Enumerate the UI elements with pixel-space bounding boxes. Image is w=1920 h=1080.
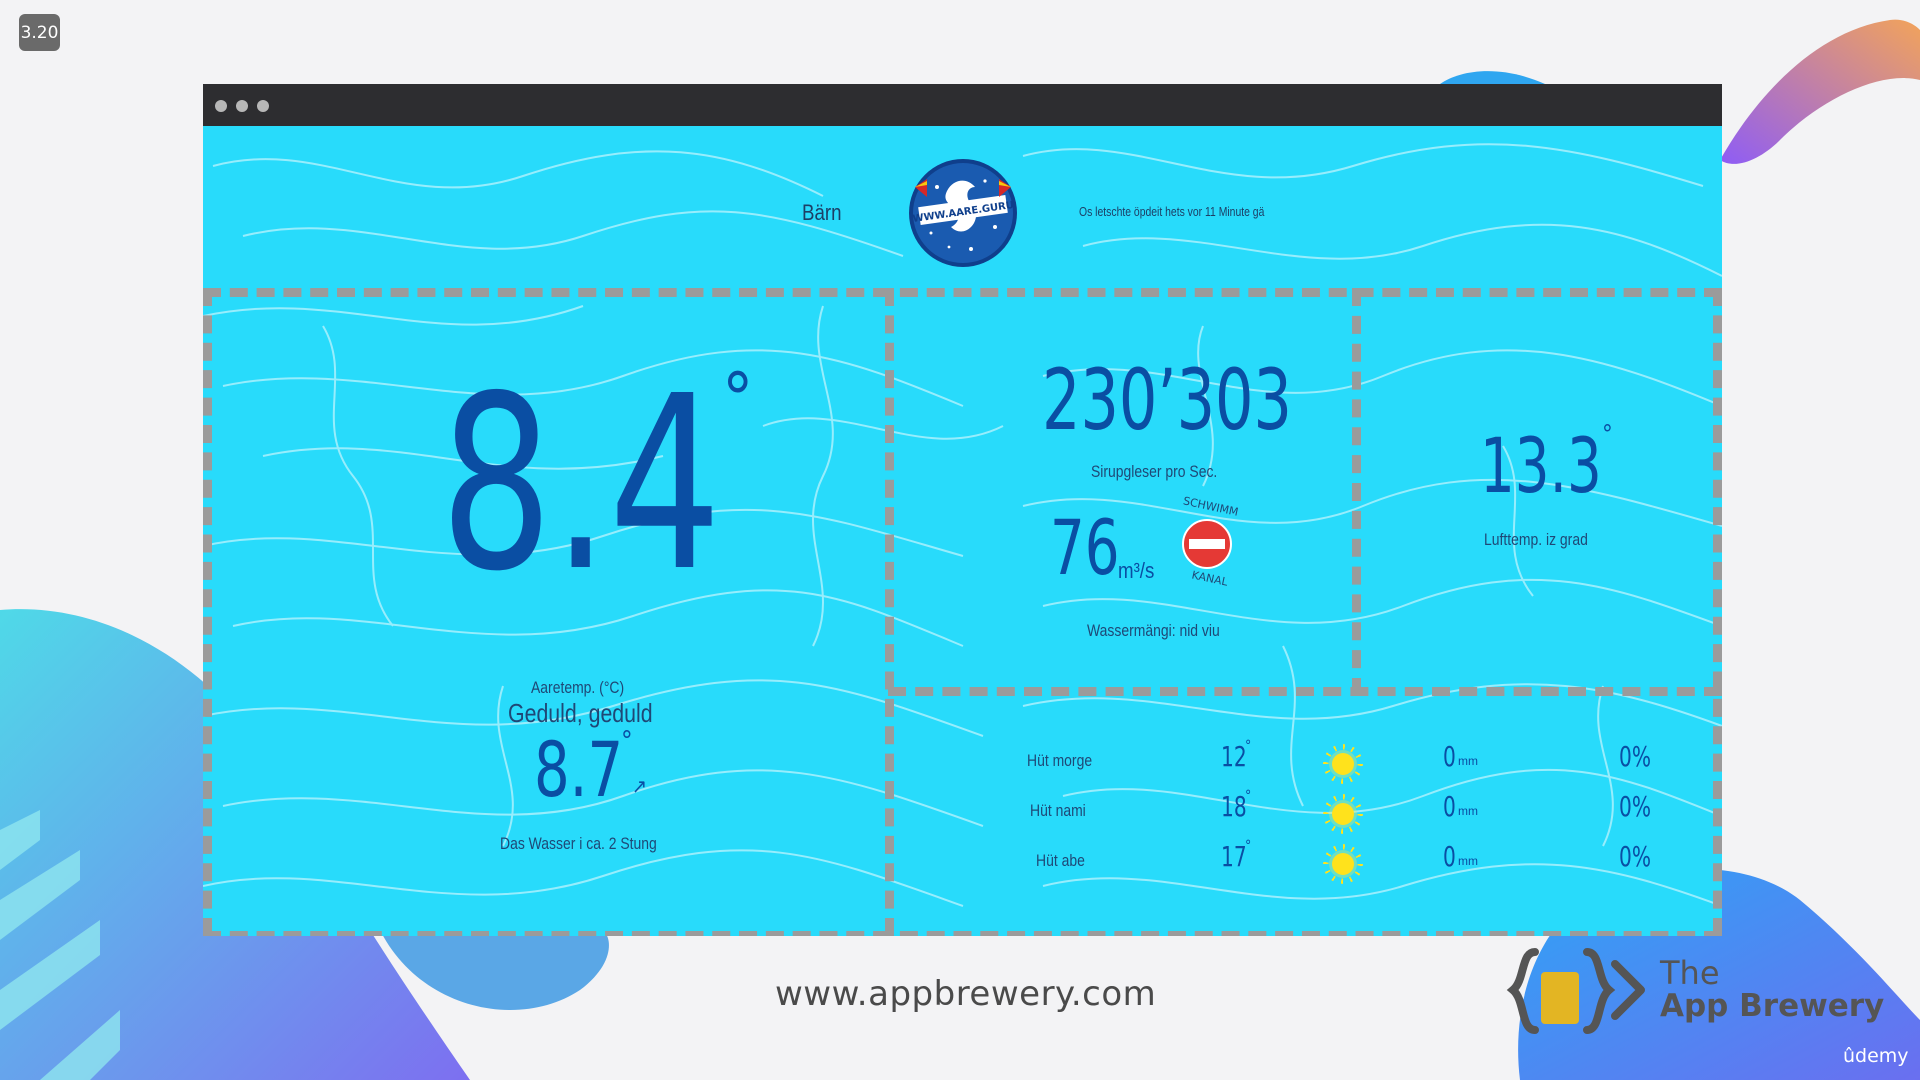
aare-guru-page: Bärn WWW.AARE.GURU Os letschte öpdeit he…: [203, 126, 1722, 936]
window-dot[interactable]: [215, 100, 227, 112]
badge-top-text: SCHWIMM: [1182, 496, 1240, 519]
udemy-watermark: ûdemy: [1843, 1045, 1909, 1067]
forecast-temp: 12: [1221, 740, 1247, 773]
grid-line: [203, 288, 1722, 297]
forecast-chance: 0%: [1619, 740, 1651, 773]
sirup-glasses-value: 230’303: [1042, 351, 1292, 449]
sun-icon: [1332, 753, 1354, 775]
air-temperature-label: Lufttemp. iz grad: [1484, 530, 1588, 549]
forecast-rain: 0: [1443, 840, 1456, 873]
forecast-rain-unit: mm: [1458, 804, 1478, 818]
grid-line: [888, 687, 1722, 696]
slide-number-badge: 3.20: [19, 14, 60, 51]
forecast-chance: 0%: [1619, 840, 1651, 873]
sun-icon: [1332, 853, 1354, 875]
water-temperature-degree: °: [722, 358, 754, 440]
grid-line: [1713, 288, 1722, 936]
city-name: Bärn: [802, 200, 842, 225]
water-temperature-label: Aaretemp. (°C): [531, 678, 625, 697]
forecast-rain-unit: mm: [1458, 754, 1478, 768]
water-forecast-label: Das Wasser i ca. 2 Stung: [500, 834, 657, 853]
water-volume-unit: m³/s: [1118, 558, 1155, 583]
air-temperature-value: 13.3: [1480, 421, 1602, 510]
water-volume-label: Wassermängi: nid viu: [1087, 621, 1220, 640]
forecast-temp: 18: [1221, 790, 1247, 823]
grid-line: [885, 288, 894, 936]
window-titlebar: [203, 84, 1722, 126]
forecast-time: Hüt abe: [1036, 851, 1085, 870]
forecast-temp-degree: °: [1245, 788, 1252, 804]
app-brewery-logo-icon: [1506, 948, 1645, 1034]
badge-bottom-text: KANAL: [1191, 568, 1230, 586]
sirup-glasses-label: Sirupgleser pro Sec.: [1091, 462, 1218, 481]
window-dot[interactable]: [236, 100, 248, 112]
last-update-note: Os letschte öpdeit hets vor 11 Minute gä: [1079, 204, 1265, 219]
aare-guru-logo[interactable]: WWW.AARE.GURU: [907, 157, 1019, 269]
brand-name-text: App Brewery: [1660, 988, 1885, 1024]
trend-arrow-icon: ↗: [632, 774, 648, 798]
water-temperature-value: 8.4: [440, 344, 722, 624]
water-forecast-value: 8.7: [534, 725, 624, 814]
water-volume-value: 76: [1050, 503, 1120, 592]
sun-icon: [1332, 803, 1354, 825]
water-forecast-degree: °: [621, 726, 633, 756]
air-temperature-degree: °: [1602, 420, 1613, 448]
forecast-temp-degree: °: [1245, 838, 1252, 854]
forecast-rain-unit: mm: [1458, 854, 1478, 868]
brand-the-text: The: [1660, 954, 1720, 992]
window-dot[interactable]: [257, 100, 269, 112]
footer-url[interactable]: www.appbrewery.com: [775, 974, 1156, 1014]
grid-line: [203, 288, 212, 936]
forecast-temp-degree: °: [1245, 738, 1252, 754]
forecast-rain: 0: [1443, 790, 1456, 823]
forecast-rain: 0: [1443, 740, 1456, 773]
grid-line: [1352, 288, 1361, 696]
forecast-time: Hüt morge: [1027, 751, 1093, 770]
no-swim-canal-icon: SCHWIMM KANAL: [1182, 496, 1240, 586]
grid-line: [203, 931, 1722, 936]
forecast-time: Hüt nami: [1030, 801, 1086, 820]
browser-window: Bärn WWW.AARE.GURU Os letschte öpdeit he…: [203, 84, 1722, 936]
forecast-temp: 17: [1221, 840, 1247, 873]
forecast-chance: 0%: [1619, 790, 1651, 823]
